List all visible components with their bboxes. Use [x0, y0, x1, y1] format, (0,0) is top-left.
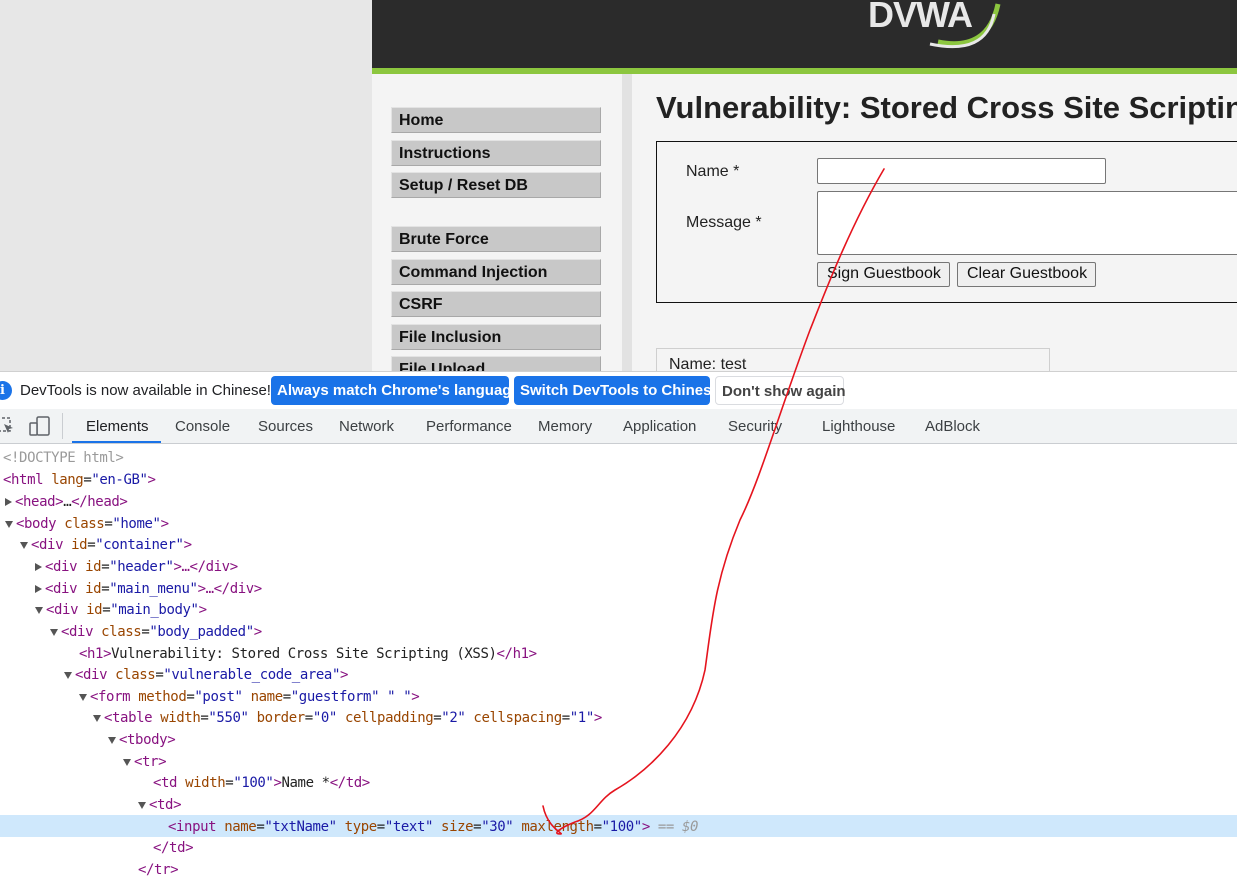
collapse-arrow-icon[interactable] — [79, 693, 87, 701]
dvwa-header — [372, 0, 1237, 68]
collapse-arrow-icon[interactable] — [138, 801, 146, 809]
menu-divider — [622, 74, 632, 371]
message-textarea[interactable] — [817, 191, 1237, 255]
tree-node-table[interactable]: <table width="550" border="0" cellpaddin… — [93, 710, 602, 726]
page-left-gutter — [0, 0, 372, 371]
expand-arrow-icon[interactable] — [35, 563, 42, 571]
tab-memory[interactable]: Memory — [538, 418, 592, 435]
device-toolbar-icon[interactable] — [29, 416, 51, 438]
infobar-message: DevTools is now available in Chinese! — [20, 382, 271, 399]
menu-setup-reset-db[interactable]: Setup / Reset DB — [391, 172, 601, 198]
tree-node-td-name[interactable]: <td width="100">Name *</td> — [153, 775, 370, 791]
tree-node-tbody[interactable]: <tbody> — [108, 732, 176, 748]
collapse-arrow-icon[interactable] — [35, 606, 43, 614]
expand-arrow-icon[interactable] — [5, 498, 12, 506]
name-input[interactable] — [817, 158, 1106, 184]
tree-node-container[interactable]: <div id="container"> — [20, 537, 192, 553]
collapse-arrow-icon[interactable] — [93, 714, 101, 722]
page-title: Vulnerability: Stored Cross Site Scripti… — [656, 90, 1237, 125]
guestbook-entry-name: Name: test — [669, 356, 747, 371]
tree-node-input-txtname[interactable]: <input name="txtName" type="text" size="… — [168, 819, 698, 835]
collapse-arrow-icon[interactable] — [123, 758, 131, 766]
tree-node-tr[interactable]: <tr> — [123, 754, 167, 770]
collapse-arrow-icon[interactable] — [50, 628, 58, 636]
message-label: Message * — [686, 214, 762, 231]
menu-home[interactable]: Home — [391, 107, 601, 133]
tree-doctype[interactable]: <!DOCTYPE html> — [3, 450, 124, 466]
expand-arrow-icon[interactable] — [35, 585, 42, 593]
menu-file-inclusion[interactable]: File Inclusion — [391, 324, 601, 350]
collapse-arrow-icon[interactable] — [5, 520, 13, 528]
tree-node-tr-close[interactable]: </tr> — [138, 862, 179, 878]
tree-node-body-padded[interactable]: <div class="body_padded"> — [50, 624, 262, 640]
tree-node-form[interactable]: <form method="post" name="guestform" " "… — [79, 689, 420, 705]
page-viewport: DVWA Home Instructions Setup / Reset DB … — [0, 0, 1237, 371]
tree-node-body[interactable]: <body class="home"> — [5, 516, 169, 532]
menu-file-upload[interactable]: File Upload — [391, 356, 601, 371]
tab-sources[interactable]: Sources — [258, 418, 313, 435]
collapse-arrow-icon[interactable] — [108, 736, 116, 744]
tree-node-header[interactable]: <div id="header">…</div> — [35, 559, 238, 575]
tree-node-h1[interactable]: <h1>Vulnerability: Stored Cross Site Scr… — [79, 646, 537, 662]
tree-node-head[interactable]: <head>…</head> — [5, 494, 128, 510]
tree-node-main-menu[interactable]: <div id="main_menu">…</div> — [35, 581, 262, 597]
menu-csrf[interactable]: CSRF — [391, 291, 601, 317]
tree-node-main-body[interactable]: <div id="main_body"> — [35, 602, 207, 618]
tab-application[interactable]: Application — [623, 418, 696, 435]
switch-to-chinese-button[interactable]: Switch DevTools to Chinese — [514, 376, 720, 405]
tab-security[interactable]: Security — [728, 418, 782, 435]
tree-node-td-close[interactable]: </td> — [153, 840, 194, 856]
collapse-arrow-icon[interactable] — [64, 671, 72, 679]
name-label: Name * — [686, 163, 740, 180]
menu-instructions[interactable]: Instructions — [391, 140, 601, 166]
dont-show-again-button[interactable]: Don't show again — [715, 376, 846, 405]
tab-network[interactable]: Network — [339, 418, 394, 435]
inspect-element-icon[interactable] — [0, 416, 16, 436]
always-match-language-button[interactable]: Always match Chrome's language — [271, 376, 520, 405]
menu-command-injection[interactable]: Command Injection — [391, 259, 601, 285]
collapse-arrow-icon[interactable] — [20, 541, 28, 549]
tree-node-td[interactable]: <td> — [138, 797, 182, 813]
menu-brute-force[interactable]: Brute Force — [391, 226, 601, 252]
tabbar-separator — [62, 413, 63, 439]
sign-guestbook-button[interactable]: Sign Guestbook — [817, 262, 950, 287]
active-tab-indicator — [72, 441, 161, 443]
tree-node-html[interactable]: <html lang="en-GB"> — [3, 472, 156, 488]
logo-swoosh-icon — [929, 3, 1001, 49]
tree-node-vulnerable-code-area[interactable]: <div class="vulnerable_code_area"> — [64, 667, 348, 683]
tab-performance[interactable]: Performance — [426, 418, 512, 435]
tab-adblock[interactable]: AdBlock — [925, 418, 980, 435]
clear-guestbook-button[interactable]: Clear Guestbook — [957, 262, 1097, 287]
tab-console[interactable]: Console — [175, 418, 230, 435]
dvwa-logo: DVWA — [868, 0, 1008, 54]
tab-elements[interactable]: Elements — [86, 418, 149, 435]
tab-lighthouse[interactable]: Lighthouse — [822, 418, 895, 435]
